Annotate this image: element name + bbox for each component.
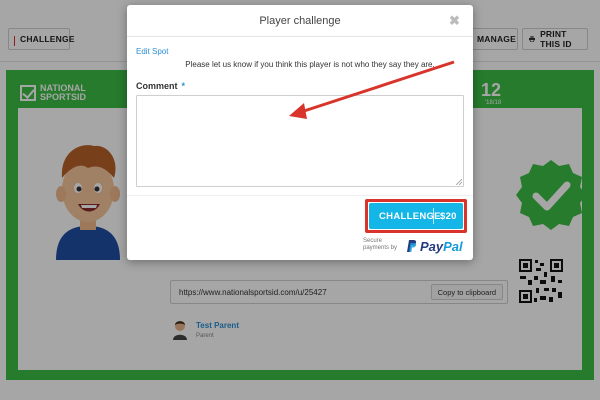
modal-footer-divider [127, 195, 473, 196]
challenge-description: Please let us know if you think this pla… [185, 60, 435, 69]
pay-button-label: CHALLENGE [379, 210, 441, 222]
paypal-logo-icon [407, 240, 417, 252]
comment-label-text: Comment [136, 81, 178, 91]
resize-grip-icon[interactable] [455, 178, 462, 185]
required-marker: * [181, 81, 186, 91]
modal-title: Player challenge [259, 15, 341, 27]
paypal-wordmark-pay: Pay [420, 239, 444, 254]
challenge-pay-button[interactable]: CHALLENGE $20 [369, 203, 463, 229]
secure-payments-text: Secure payments by [363, 238, 397, 252]
comment-label: Comment * [136, 81, 185, 91]
edit-spot-link[interactable]: Edit Spot [136, 47, 168, 56]
paypal-wordmark-pal: Pal [443, 239, 463, 254]
secure-line2: payments by [363, 245, 398, 251]
pay-button-price: $20 [440, 210, 457, 222]
secure-line1: Secure [363, 238, 383, 244]
comment-textarea[interactable] [136, 95, 464, 187]
paypal-wordmark: PayPal [420, 239, 463, 254]
modal-header-divider [127, 36, 473, 37]
close-icon[interactable]: ✖ [449, 13, 460, 29]
player-challenge-modal: Player challenge ✖ Edit Spot Please let … [127, 5, 473, 260]
